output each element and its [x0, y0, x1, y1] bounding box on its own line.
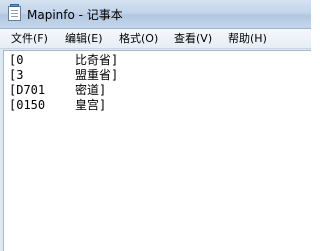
- title-bar[interactable]: Mapinfo - 记事本: [0, 0, 311, 29]
- text-line-4-code: [0150: [9, 98, 46, 112]
- text-line-2-name: 盟重省]: [75, 68, 119, 82]
- menu-bar: 文件(F) 编辑(E) 格式(O) 查看(V) 帮助(H): [0, 29, 311, 49]
- menu-help[interactable]: 帮助(H): [228, 31, 267, 47]
- menu-view[interactable]: 查看(V): [174, 31, 212, 47]
- text-line-4-name: 皇宫]: [75, 98, 107, 112]
- text-line-1-name: 比奇省]: [75, 53, 119, 67]
- text-line-2-code: [3: [9, 68, 24, 82]
- notepad-icon[interactable]: [8, 4, 21, 21]
- text-editor[interactable]: [0 比奇省] [3 盟重省] [D701 密道] [0150 皇宫]: [3, 50, 311, 251]
- notepad-window: Mapinfo - 记事本 文件(F) 编辑(E) 格式(O) 查看(V) 帮助…: [0, 0, 311, 251]
- menu-format[interactable]: 格式(O): [119, 31, 158, 47]
- text-line-3-name: 密道]: [75, 83, 107, 97]
- text-line-3-code: [D701: [9, 83, 46, 97]
- menu-file[interactable]: 文件(F): [11, 31, 48, 47]
- text-line-1-code: [0: [9, 53, 24, 67]
- menu-edit[interactable]: 编辑(E): [65, 31, 103, 47]
- window-title: Mapinfo - 记事本: [27, 8, 123, 22]
